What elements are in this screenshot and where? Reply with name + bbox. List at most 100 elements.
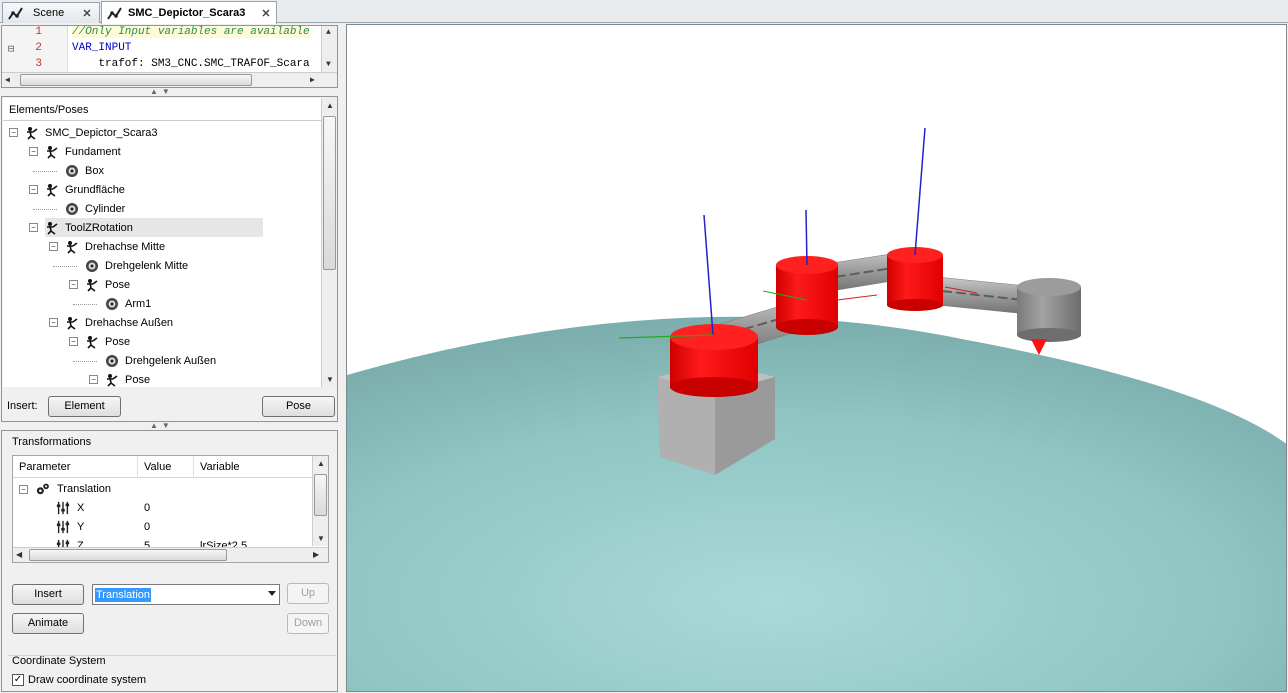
tree-node[interactable]: Pose (85, 332, 130, 351)
column-header[interactable]: Parameter (13, 456, 138, 478)
base-joint-cylinder (670, 324, 758, 397)
tree-node[interactable]: Arm1 (105, 294, 151, 313)
collapse-toggle-icon[interactable]: − (29, 223, 38, 232)
3d-viewport[interactable] (346, 24, 1287, 692)
scene-canvas[interactable] (347, 25, 1287, 692)
tree-node[interactable]: SMC_Depictor_Scara3 (25, 123, 158, 142)
tree-node[interactable]: Cylinder (65, 199, 125, 218)
tree-node[interactable]: Drehachse Außen (65, 313, 173, 332)
insert-element-button[interactable]: Element (48, 396, 121, 417)
tree-scrollbar[interactable]: ▲ ▼ (321, 98, 337, 387)
insert-row: Insert: Element Pose (2, 391, 339, 421)
param-cell: Y (77, 521, 85, 533)
table-vertical-scrollbar[interactable]: ▲ ▼ (312, 456, 328, 546)
close-icon[interactable]: ✕ (260, 7, 272, 20)
collapse-toggle-icon[interactable]: − (89, 375, 98, 384)
scroll-up-icon[interactable]: ▲ (326, 101, 334, 110)
tree-node-label: Box (85, 164, 104, 177)
transformations-table[interactable]: Parameter Value Variable − Translation X 0 Y… (12, 455, 329, 563)
tab-strip: Scene ✕ SMC_Depictor_Scara3 ✕ (0, 0, 1288, 24)
collapse-toggle-icon[interactable]: − (29, 147, 38, 156)
tree-node[interactable]: Pose (85, 275, 130, 294)
column-header[interactable]: Variable (194, 456, 313, 478)
move-up-button[interactable]: Up (287, 583, 329, 604)
tree-node[interactable]: Drehachse Mitte (65, 237, 165, 256)
param-cell: Translation (57, 483, 112, 495)
collapse-toggle-icon[interactable]: − (69, 280, 78, 289)
scroll-right-icon[interactable]: ▶ (310, 75, 315, 85)
pose-icon (25, 126, 39, 140)
scroll-down-icon[interactable]: ▼ (326, 60, 331, 69)
insert-pose-button[interactable]: Pose (262, 396, 335, 417)
tab-scene[interactable]: Scene ✕ (2, 2, 100, 23)
tree-node[interactable]: Drehgelenk Außen (105, 351, 216, 370)
tab-smc-depictor[interactable]: SMC_Depictor_Scara3 ✕ (101, 1, 277, 24)
code-editor[interactable]: 1 //Only Input variables are available ⊟… (1, 25, 338, 88)
outer-joint-cylinder (887, 247, 943, 311)
scroll-thumb[interactable] (314, 474, 327, 516)
tree-node-label: Pose (105, 278, 131, 291)
tree-node[interactable]: ToolZRotation (45, 218, 263, 237)
pose-icon (45, 145, 59, 159)
collapse-toggle-icon[interactable]: − (9, 128, 18, 137)
element-icon (65, 202, 79, 216)
tree-node-label: Fundament (65, 145, 121, 158)
table-row[interactable]: Y0 (13, 518, 313, 537)
collapse-toggle-icon[interactable]: − (69, 337, 78, 346)
tree-connector (33, 209, 57, 210)
tree-node-label: Drehachse Außen (85, 316, 174, 329)
pose-icon (105, 373, 119, 387)
table-horizontal-scrollbar[interactable]: ◀ ▶ (13, 547, 328, 562)
code-horizontal-scrollbar[interactable]: ◀ ▶ (2, 72, 337, 87)
pose-icon (65, 316, 79, 330)
chevron-down-icon[interactable] (268, 591, 276, 596)
table-row[interactable]: X0 (13, 499, 313, 518)
scroll-up-icon[interactable]: ▲ (326, 28, 331, 37)
scroll-thumb[interactable] (29, 549, 227, 561)
tree-node-label: Cylinder (85, 202, 126, 215)
tree-node[interactable]: Box (65, 161, 104, 180)
elements-tree[interactable]: Elements/Poses − SMC_Depictor_Scara3− Fund… (3, 98, 322, 387)
tree-node[interactable]: Pose (105, 370, 150, 387)
transformation-type-select[interactable]: Translation (92, 584, 280, 605)
draw-coordinate-checkbox[interactable]: ✓ (12, 674, 24, 686)
splitter-handle[interactable]: ▲▼ (150, 421, 174, 430)
close-icon[interactable]: ✕ (81, 7, 93, 20)
tree-node[interactable]: Drehgelenk Mitte (85, 256, 188, 275)
code-vertical-scrollbar[interactable]: ▲ ▼ (321, 26, 337, 72)
pose-icon (45, 221, 59, 235)
scroll-down-icon[interactable]: ▼ (326, 375, 334, 384)
move-down-button[interactable]: Down (287, 613, 329, 634)
tree-node-label: Drehgelenk Mitte (105, 259, 189, 272)
scroll-down-icon[interactable]: ▼ (317, 534, 325, 543)
tree-node-label: SMC_Depictor_Scara3 (45, 126, 158, 139)
collapse-toggle-icon[interactable]: − (49, 318, 58, 327)
code-line: //Only Input variables are available (72, 26, 310, 38)
splitter-handle[interactable]: ▲▼ (150, 87, 174, 96)
scroll-thumb[interactable] (323, 116, 336, 270)
collapse-toggle-icon[interactable]: − (49, 242, 58, 251)
fold-icon[interactable]: ⊟ (2, 42, 20, 58)
tree-connector (73, 361, 97, 362)
code-line: trafof: SM3_CNC.SMC_TRAFOF_Scara (72, 58, 310, 70)
value-cell[interactable]: 0 (144, 499, 150, 518)
scroll-thumb[interactable] (20, 74, 252, 86)
scroll-left-icon[interactable]: ◀ (5, 75, 10, 85)
tree-node[interactable]: Fundament (45, 142, 121, 161)
column-header[interactable]: Value (138, 456, 194, 478)
table-row[interactable]: − Translation (13, 480, 313, 499)
scroll-up-icon[interactable]: ▲ (317, 459, 325, 468)
tree-node[interactable]: Grundfläche (45, 180, 125, 199)
collapse-toggle-icon[interactable]: − (19, 485, 28, 494)
scroll-left-icon[interactable]: ◀ (16, 550, 22, 559)
tree-node-label: Drehachse Mitte (85, 240, 166, 253)
value-cell[interactable]: 0 (144, 518, 150, 537)
tool-cylinder (1017, 278, 1081, 355)
collapse-toggle-icon[interactable]: − (29, 185, 38, 194)
tree-connector (53, 266, 77, 267)
animate-button[interactable]: Animate (12, 613, 84, 634)
insert-transformation-button[interactable]: Insert (12, 584, 84, 605)
ground-plane (347, 316, 1286, 691)
param-cell: X (77, 502, 85, 514)
scroll-right-icon[interactable]: ▶ (313, 550, 319, 559)
